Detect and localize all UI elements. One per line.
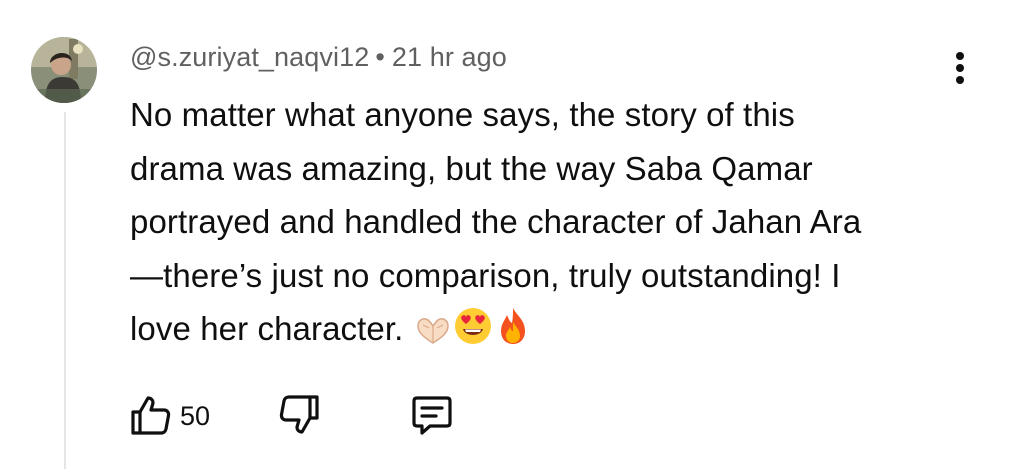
comment-text: No matter what anyone says, the story of…	[130, 88, 980, 362]
more-options-button[interactable]	[945, 48, 975, 88]
comment-line: portrayed and handled the character of J…	[130, 203, 862, 240]
comment-line: drama was amazing, but the way Saba Qama…	[130, 149, 813, 187]
dislike-button[interactable]	[278, 393, 322, 437]
like-count: 50	[180, 401, 211, 431]
avatar-image	[31, 37, 97, 103]
fire-emoji	[495, 306, 531, 362]
thumbs-up-icon	[131, 396, 171, 435]
avatar[interactable]	[31, 37, 97, 103]
author-handle[interactable]: @s.zuriyat_naqvi12	[130, 42, 369, 72]
comment-line: love her character.	[130, 310, 404, 347]
comment-card: @s.zuriyat_naqvi12 • 21 hr ago No matter w…	[0, 0, 1024, 469]
reply-button[interactable]	[410, 393, 454, 437]
like-button[interactable]	[128, 393, 172, 437]
comment-timestamp[interactable]: 21 hr ago	[392, 42, 507, 72]
comment-line: —there’s just no comparison, truly outst…	[130, 256, 841, 294]
thumbs-down-icon	[279, 395, 319, 434]
thread-line	[64, 112, 66, 469]
comment-meta: @s.zuriyat_naqvi12 • 21 hr ago	[130, 42, 507, 73]
meta-separator: •	[375, 42, 385, 72]
more-vert-icon	[956, 52, 964, 84]
reply-icon	[412, 396, 452, 435]
comment-line: No matter what anyone says, the story of…	[130, 96, 795, 133]
heart-hands-emoji	[415, 308, 451, 362]
heart-eyes-emoji	[453, 306, 493, 362]
